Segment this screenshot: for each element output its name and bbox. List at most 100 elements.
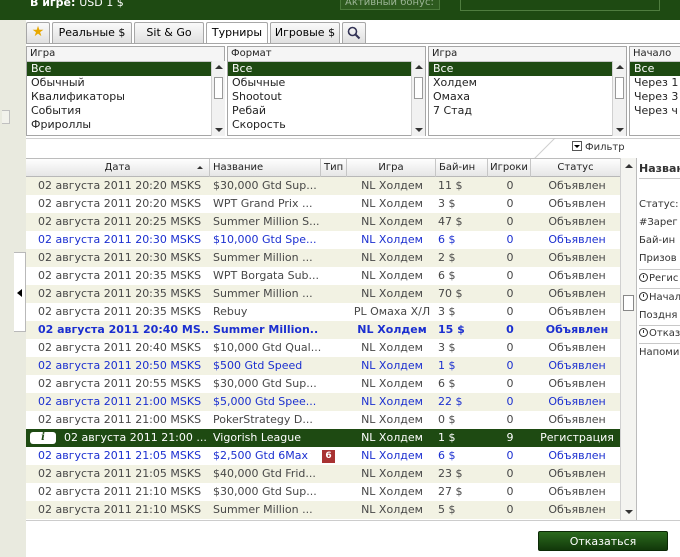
column-header-name[interactable]: Название [210,159,321,177]
tab-real-money[interactable]: Реальные $ [52,22,132,44]
table-row[interactable]: 02 августа 2011 20:35 MSKS Rebuy PL Омаха … [26,303,620,321]
cell-players: 9 [506,431,514,444]
column-header-type[interactable]: Тип [321,159,347,177]
tab-play-money[interactable]: Игровые $ [270,22,340,44]
tournament-details-panel: Назван Статус: #Зарег Бай-ин Призов Реги… [636,158,680,520]
filter-item[interactable]: 7 Стад [429,104,626,118]
table-row[interactable]: i 02 августа 2011 21:00 ... Vigorish Leagu… [26,429,620,447]
cell-status: Объявлен [548,449,606,462]
info-icon[interactable]: i [30,432,56,444]
details-start-time: Начал [639,289,680,307]
tab-favorites[interactable]: ★ [26,22,50,44]
filter-start-list[interactable]: Начало Все Через 1 Через 3 Через ч [629,46,680,136]
tournament-table: Дата Название Тип Игра Бай-ин Игроки Ста… [26,158,620,520]
details-remind-button[interactable]: Напоми [639,344,679,362]
cell-date: 02 августа 2011 20:30 MSKS [38,251,202,264]
filter-item[interactable]: Скорость [228,118,425,132]
column-header-game[interactable]: Игра [347,159,436,177]
table-row[interactable]: 02 августа 2011 20:35 MSKS WPT Borgata Su… [26,267,620,285]
cell-game: NL Холдем [361,341,423,354]
filter-item[interactable]: Фрироллы [27,118,224,132]
table-row[interactable]: 02 августа 2011 21:10 MSKS Summer Million… [26,501,620,519]
filter-item[interactable]: Холдем [429,76,626,90]
scroll-down-icon[interactable] [215,128,223,132]
cell-type [322,375,346,393]
scroll-down-icon[interactable] [415,128,423,132]
column-header-players[interactable]: Игроки [488,159,531,177]
cell-name: $40,000 Gtd Frid... [213,467,316,480]
filter-item[interactable]: Через 1 [630,76,680,90]
column-header-buyin[interactable]: Бай-ин [436,159,488,177]
filter-format-list[interactable]: Формат Все Обычные Shootout Ребай Скорос… [227,46,426,136]
cell-status: Объявлен [548,413,606,426]
table-row[interactable]: 02 августа 2011 21:00 MSKS PokerStrategy … [26,411,620,429]
table-row[interactable]: 02 августа 2011 21:10 MSKS $30,000 Gtd Su… [26,483,620,501]
scroll-thumb[interactable] [623,295,634,311]
table-row[interactable]: 02 августа 2011 20:40 MS.. Summer Million… [26,321,620,339]
scroll-up-icon[interactable] [215,65,223,69]
table-row[interactable]: 02 августа 2011 21:05 MSKS $40,000 Gtd Fr… [26,465,620,483]
filter-game-scrollbar[interactable] [211,61,225,136]
filter-item[interactable]: Все [630,62,680,76]
filter-item[interactable]: Обычные [228,76,425,90]
filter-toggle-button[interactable]: Фильтр [572,141,625,155]
tab-search[interactable] [342,22,366,44]
column-header-date[interactable]: Дата [26,159,210,177]
filter-game-list[interactable]: Игра Все Обычный Квалификаторы События Ф… [26,46,225,136]
filter-item[interactable]: Квалификаторы [27,90,224,104]
cell-game: NL Холдем [357,323,427,336]
column-header-status[interactable]: Статус [531,159,620,177]
table-row[interactable]: 02 августа 2011 20:30 MSKS Summer Million… [26,249,620,267]
filter-game-type-scrollbar[interactable] [612,61,626,136]
cell-players: 0 [506,197,514,210]
table-row[interactable]: 02 августа 2011 20:30 MSKS $10,000 Gtd Sp… [26,231,620,249]
filter-format-scrollbar[interactable] [411,61,425,136]
filter-item[interactable]: Обычный [27,76,224,90]
table-row[interactable]: 02 августа 2011 20:50 MSKS $500 Gtd Speed… [26,357,620,375]
cell-players: 0 [506,341,514,354]
scroll-thumb[interactable] [615,77,624,99]
table-row[interactable]: 02 августа 2011 20:40 MSKS $10,000 Gtd Qu… [26,339,620,357]
filter-item[interactable]: Все [27,62,224,76]
table-scrollbar[interactable] [620,158,636,520]
scroll-down-icon[interactable] [616,128,624,132]
filter-item[interactable]: Омаха [429,90,626,104]
filter-item[interactable]: Через ч [630,104,680,118]
filter-item[interactable]: Через 3 [630,90,680,104]
filter-item[interactable]: Все [429,62,626,76]
cell-game: NL Холдем [361,179,423,192]
table-row[interactable]: 02 августа 2011 21:00 MSKS $5,000 Gtd Spe… [26,393,620,411]
filter-game-type-list[interactable]: Игра Все Холдем Омаха 7 Стад [428,46,627,136]
filter-item[interactable]: Shootout [228,90,425,104]
cell-status: Объявлен [548,359,606,372]
tab-sit-and-go[interactable]: Sit & Go [134,22,204,44]
filter-item[interactable]: События [27,104,224,118]
scroll-thumb[interactable] [414,77,423,99]
scroll-up-icon[interactable] [415,65,423,69]
table-row[interactable]: 02 августа 2011 20:20 MSKS WPT Grand Prix… [26,195,620,213]
table-row[interactable]: 02 августа 2011 21:05 MSKS $2,500 Gtd 6Ma… [26,447,620,465]
scroll-thumb[interactable] [214,77,223,99]
left-side-button[interactable] [2,110,10,124]
scroll-down-icon[interactable] [625,510,633,514]
table-row[interactable]: 02 августа 2011 20:20 MSKS $30,000 Gtd Su… [26,177,620,195]
scroll-up-icon[interactable] [625,164,633,168]
cell-buyin: 0 $ [438,413,456,426]
cell-players: 0 [506,377,514,390]
tab-tournaments[interactable]: Турниры [206,22,268,44]
filter-item[interactable]: Ребай [228,104,425,118]
details-prize: Призов [639,253,677,264]
scroll-up-icon[interactable] [616,65,624,69]
filter-item[interactable]: Все [228,62,425,76]
table-row[interactable]: 02 августа 2011 20:35 MSKS Summer Million… [26,285,620,303]
unregister-button[interactable]: Отказаться [538,531,668,551]
collapse-left-handle[interactable] [14,252,26,332]
table-row[interactable]: 02 августа 2011 20:25 MSKS Summer Million… [26,213,620,231]
cell-date: 02 августа 2011 20:50 MSKS [38,359,202,372]
cell-buyin: 3 $ [438,305,456,318]
cell-buyin: 3 $ [438,341,456,354]
cell-date: 02 августа 2011 20:30 MSKS [38,233,202,246]
cell-date: 02 августа 2011 20:25 MSKS [38,215,202,228]
table-row[interactable]: 02 августа 2011 20:55 MSKS $30,000 Gtd Su… [26,375,620,393]
cell-players: 0 [506,323,514,336]
